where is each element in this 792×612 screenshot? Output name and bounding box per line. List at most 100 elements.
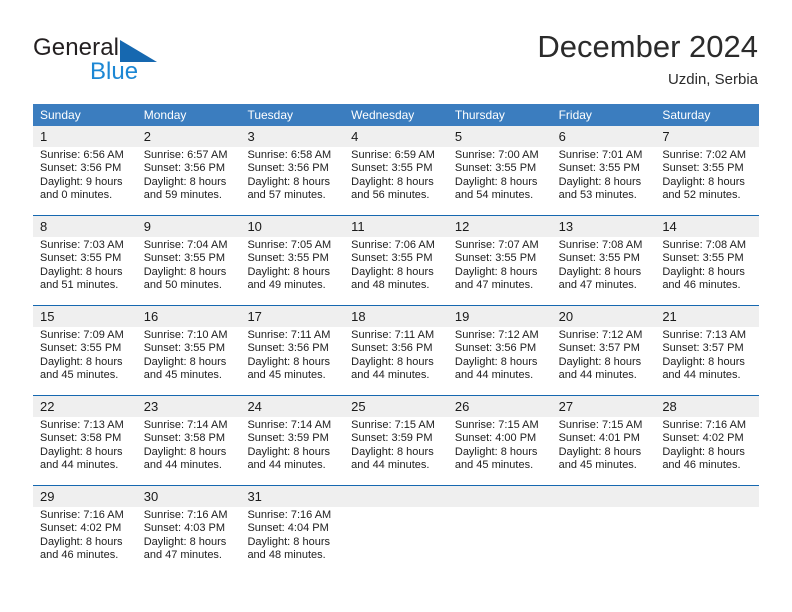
day-number[interactable]: 9 — [137, 216, 241, 237]
day-cell[interactable]: Sunrise: 7:02 AM Sunset: 3:55 PM Daylight:… — [655, 147, 759, 209]
day-number[interactable]: 14 — [655, 216, 759, 237]
day-number[interactable]: 8 — [33, 216, 137, 237]
day-detail-line: and 48 minutes. — [247, 548, 326, 561]
day-number[interactable]: 6 — [552, 126, 656, 147]
day-detail-line: Daylight: 8 hours — [351, 445, 434, 458]
day-cell[interactable]: Sunrise: 7:09 AM Sunset: 3:55 PM Daylight:… — [33, 327, 137, 389]
title-block: December 2024 Uzdin, Serbia — [537, 28, 758, 90]
day-detail-line: Sunrise: 7:16 AM — [662, 419, 747, 431]
day-cell[interactable]: Sunrise: 7:16 AM Sunset: 4:02 PM Daylight:… — [655, 417, 759, 479]
day-cell[interactable]: Sunrise: 7:01 AM Sunset: 3:55 PM Daylight:… — [552, 147, 656, 209]
day-detail-line: Sunset: 3:55 PM — [662, 162, 744, 175]
day-detail-line: Sunrise: 7:11 AM — [247, 329, 331, 341]
general-blue-logo[interactable]: General Blue — [33, 34, 223, 90]
day-number[interactable]: 17 — [240, 306, 344, 327]
day-detail-line: and 48 minutes. — [351, 278, 430, 291]
day-cell[interactable]: Sunrise: 7:14 AM Sunset: 3:58 PM Daylight:… — [137, 417, 241, 479]
day-cell[interactable]: Sunrise: 7:10 AM Sunset: 3:55 PM Daylight:… — [137, 327, 241, 389]
day-number[interactable]: 10 — [240, 216, 344, 237]
day-cell[interactable]: Sunrise: 7:12 AM Sunset: 3:57 PM Daylight:… — [552, 327, 656, 389]
day-detail-band: Sunrise: 7:13 AM Sunset: 3:58 PM Daylight:… — [33, 417, 759, 479]
day-number[interactable]: 21 — [655, 306, 759, 327]
day-cell[interactable]: Sunrise: 7:15 AM Sunset: 4:00 PM Daylight:… — [448, 417, 552, 479]
day-number-empty — [552, 486, 656, 507]
day-detail-line: and 44 minutes. — [351, 368, 430, 381]
day-number[interactable]: 26 — [448, 396, 552, 417]
day-number[interactable]: 24 — [240, 396, 344, 417]
day-detail-line: Sunset: 3:58 PM — [143, 432, 226, 445]
page-title: December 2024 — [537, 29, 758, 64]
day-detail-line: and 45 minutes. — [454, 458, 534, 471]
day-number[interactable]: 19 — [448, 306, 552, 327]
calendar-week-row: 8 9 10 11 12 13 14 Sunrise: 7:03 AM Sunset: 3:55… — [33, 209, 759, 299]
day-detail-line: Sunset: 3:57 PM — [558, 342, 640, 355]
day-detail-line: Sunset: 3:55 PM — [351, 252, 433, 265]
day-detail-line: Daylight: 8 hours — [143, 535, 227, 548]
day-number[interactable]: 15 — [33, 306, 137, 327]
day-cell[interactable]: Sunrise: 7:15 AM Sunset: 4:01 PM Daylight:… — [552, 417, 656, 479]
day-number[interactable]: 12 — [448, 216, 552, 237]
day-number[interactable]: 1 — [33, 126, 137, 147]
day-detail-line: and 44 minutes. — [662, 368, 741, 381]
day-number[interactable]: 18 — [344, 306, 448, 327]
day-detail-line: Sunrise: 7:05 AM — [247, 239, 332, 251]
day-cell[interactable]: Sunrise: 7:14 AM Sunset: 3:59 PM Daylight:… — [240, 417, 344, 479]
day-number-band: 22 23 24 25 26 27 28 — [33, 396, 759, 417]
day-detail-line: Sunset: 3:55 PM — [40, 342, 122, 355]
day-cell[interactable]: Sunrise: 6:57 AM Sunset: 3:56 PM Daylight:… — [137, 147, 241, 209]
day-cell[interactable]: Sunrise: 7:00 AM Sunset: 3:55 PM Daylight:… — [448, 147, 552, 209]
day-detail-line: Daylight: 8 hours — [40, 535, 123, 548]
day-cell[interactable]: Sunrise: 6:59 AM Sunset: 3:55 PM Daylight:… — [344, 147, 448, 209]
day-cell[interactable]: Sunrise: 7:05 AM Sunset: 3:55 PM Daylight:… — [240, 237, 344, 299]
day-cell[interactable]: Sunrise: 7:16 AM Sunset: 4:03 PM Daylight:… — [137, 507, 241, 569]
weekday-header-sunday: Sunday — [40, 108, 81, 122]
day-cell[interactable]: Sunrise: 7:03 AM Sunset: 3:55 PM Daylight:… — [33, 237, 137, 299]
day-cell[interactable]: Sunrise: 7:13 AM Sunset: 3:58 PM Daylight:… — [33, 417, 137, 479]
day-detail-line: and 53 minutes. — [558, 188, 637, 201]
day-number[interactable]: 20 — [552, 306, 656, 327]
day-detail-line: and 56 minutes. — [351, 188, 430, 201]
day-number[interactable]: 31 — [240, 486, 344, 507]
day-detail-line: Sunset: 4:01 PM — [558, 432, 640, 445]
day-cell[interactable]: Sunrise: 7:16 AM Sunset: 4:02 PM Daylight:… — [33, 507, 137, 569]
day-cell[interactable]: Sunrise: 7:16 AM Sunset: 4:04 PM Daylight:… — [240, 507, 344, 569]
day-detail-line: Sunset: 4:03 PM — [143, 522, 226, 535]
day-number[interactable]: 23 — [137, 396, 241, 417]
day-cell[interactable]: Sunrise: 7:11 AM Sunset: 3:56 PM Daylight:… — [344, 327, 448, 389]
day-number[interactable]: 16 — [137, 306, 241, 327]
day-cell[interactable]: Sunrise: 6:56 AM Sunset: 3:56 PM Daylight:… — [33, 147, 137, 209]
day-cell[interactable]: Sunrise: 7:08 AM Sunset: 3:55 PM Daylight:… — [655, 237, 759, 299]
day-cell[interactable]: Sunrise: 6:58 AM Sunset: 3:56 PM Daylight:… — [240, 147, 344, 209]
day-number[interactable]: 13 — [552, 216, 656, 237]
day-detail-line: Daylight: 8 hours — [143, 355, 227, 368]
day-number[interactable]: 4 — [344, 126, 448, 147]
day-cell[interactable]: Sunrise: 7:04 AM Sunset: 3:55 PM Daylight:… — [137, 237, 241, 299]
day-number[interactable]: 5 — [448, 126, 552, 147]
day-cell[interactable]: Sunrise: 7:08 AM Sunset: 3:55 PM Daylight:… — [552, 237, 656, 299]
day-cell[interactable]: Sunrise: 7:11 AM Sunset: 3:56 PM Daylight:… — [240, 327, 344, 389]
day-cell[interactable]: Sunrise: 7:13 AM Sunset: 3:57 PM Daylight:… — [655, 327, 759, 389]
day-number[interactable]: 28 — [655, 396, 759, 417]
day-detail-line: Sunset: 3:56 PM — [40, 162, 122, 175]
day-detail-line: Sunrise: 7:12 AM — [454, 329, 539, 341]
day-cell[interactable]: Sunrise: 7:15 AM Sunset: 3:59 PM Daylight:… — [344, 417, 448, 479]
day-number[interactable]: 3 — [240, 126, 344, 147]
weekday-header-monday: Monday — [143, 108, 187, 122]
day-cell[interactable]: Sunrise: 7:07 AM Sunset: 3:55 PM Daylight:… — [448, 237, 552, 299]
day-number[interactable]: 25 — [344, 396, 448, 417]
day-cell[interactable]: Sunrise: 7:12 AM Sunset: 3:56 PM Daylight:… — [448, 327, 552, 389]
day-detail-line: Daylight: 8 hours — [454, 355, 538, 368]
day-number[interactable]: 30 — [137, 486, 241, 507]
day-detail-line: Sunrise: 7:13 AM — [40, 419, 124, 431]
day-detail-line: Daylight: 8 hours — [662, 175, 745, 188]
day-number[interactable]: 7 — [655, 126, 759, 147]
day-number[interactable]: 22 — [33, 396, 137, 417]
location-label: Uzdin, Serbia — [667, 71, 758, 88]
day-number[interactable]: 11 — [344, 216, 448, 237]
day-detail-line: Daylight: 8 hours — [662, 355, 745, 368]
day-number[interactable]: 29 — [33, 486, 137, 507]
day-number[interactable]: 27 — [552, 396, 656, 417]
day-cell[interactable]: Sunrise: 7:06 AM Sunset: 3:55 PM Daylight:… — [344, 237, 448, 299]
weekday-header-wednesday: Wednesday — [351, 108, 415, 122]
day-number[interactable]: 2 — [137, 126, 241, 147]
